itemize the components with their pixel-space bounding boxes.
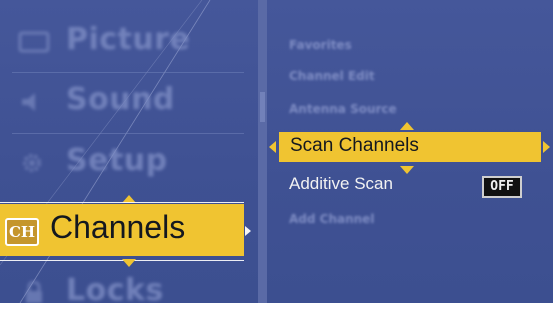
sub-item-scan-channels[interactable]: Scan Channels	[279, 132, 541, 162]
menu-item-label: Channels	[50, 209, 186, 245]
left-arrow-icon	[269, 141, 276, 153]
menu-item-label: Picture	[66, 22, 191, 57]
menu-item-picture[interactable]: Picture	[0, 12, 258, 74]
additive-scan-value[interactable]: OFF	[482, 176, 522, 198]
sub-item-favorites[interactable]: Favorites	[289, 38, 352, 52]
menu-item-label: Sound	[66, 82, 175, 117]
menu-item-sound[interactable]: Sound	[0, 72, 258, 134]
main-menu-panel: Picture Sound Setup CH Channels Locks	[0, 0, 258, 303]
up-arrow-icon	[400, 122, 414, 130]
sub-item-channel-edit[interactable]: Channel Edit	[289, 69, 375, 83]
submenu-arrow-icon	[245, 226, 251, 236]
sub-item-label: Scan Channels	[290, 135, 419, 156]
scrollbar-thumb[interactable]	[260, 92, 265, 122]
menu-item-label: Setup	[66, 143, 168, 178]
ch-icon: CH	[5, 218, 39, 246]
down-arrow-icon	[400, 166, 414, 174]
menu-item-setup[interactable]: Setup	[0, 133, 258, 195]
speaker-icon	[22, 93, 35, 111]
gear-icon	[23, 154, 41, 172]
tv-menu-screen: Picture Sound Setup CH Channels Locks Fa…	[0, 0, 553, 322]
lock-icon	[26, 281, 42, 303]
picture-icon	[18, 31, 50, 53]
menu-item-locks[interactable]: Locks	[0, 263, 258, 303]
sub-menu-panel: Favorites Channel Edit Antenna Source Sc…	[267, 0, 553, 303]
sub-item-add-channel[interactable]: Add Channel	[289, 212, 374, 226]
sub-item-antenna-source[interactable]: Antenna Source	[289, 102, 397, 116]
sub-item-additive-scan[interactable]: Additive Scan	[289, 174, 393, 194]
selection-line-top	[0, 202, 244, 203]
right-arrow-icon	[543, 141, 550, 153]
menu-item-channels[interactable]: CH Channels	[0, 204, 244, 256]
panel-separator	[258, 0, 267, 303]
menu-item-label: Locks	[66, 273, 164, 303]
